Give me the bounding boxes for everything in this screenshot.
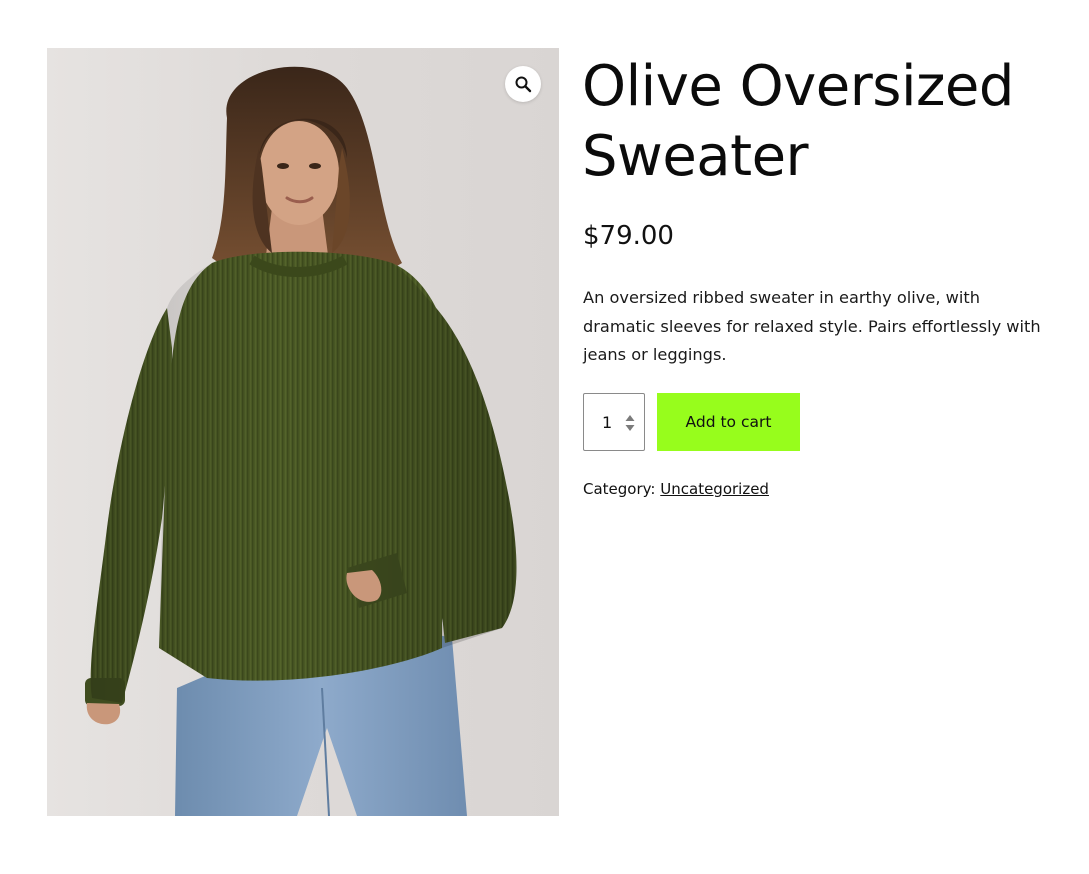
- magnifier-icon: [515, 76, 532, 93]
- quantity-input[interactable]: 1: [583, 393, 645, 451]
- quantity-value: 1: [602, 412, 613, 432]
- product-title: Olive Oversized Sweater: [582, 54, 1014, 189]
- zoom-button[interactable]: [505, 66, 541, 102]
- product-image[interactable]: [47, 48, 559, 816]
- add-to-cart-button[interactable]: Add to cart: [657, 393, 800, 451]
- quantity-stepper-icon[interactable]: [624, 413, 636, 433]
- product-description: An oversized ribbed sweater in earthy ol…: [583, 288, 1041, 364]
- product-photo: [85, 66, 517, 816]
- category-label: Category:: [583, 480, 656, 498]
- product-page: Olive Oversized Sweater $79.00 An oversi…: [0, 0, 1089, 874]
- product-price: $79.00: [583, 221, 674, 251]
- category-link[interactable]: Uncategorized: [660, 480, 769, 498]
- product-meta: Category: Uncategorized: [583, 478, 769, 500]
- add-to-cart-form: 1 Add to cart: [583, 393, 800, 451]
